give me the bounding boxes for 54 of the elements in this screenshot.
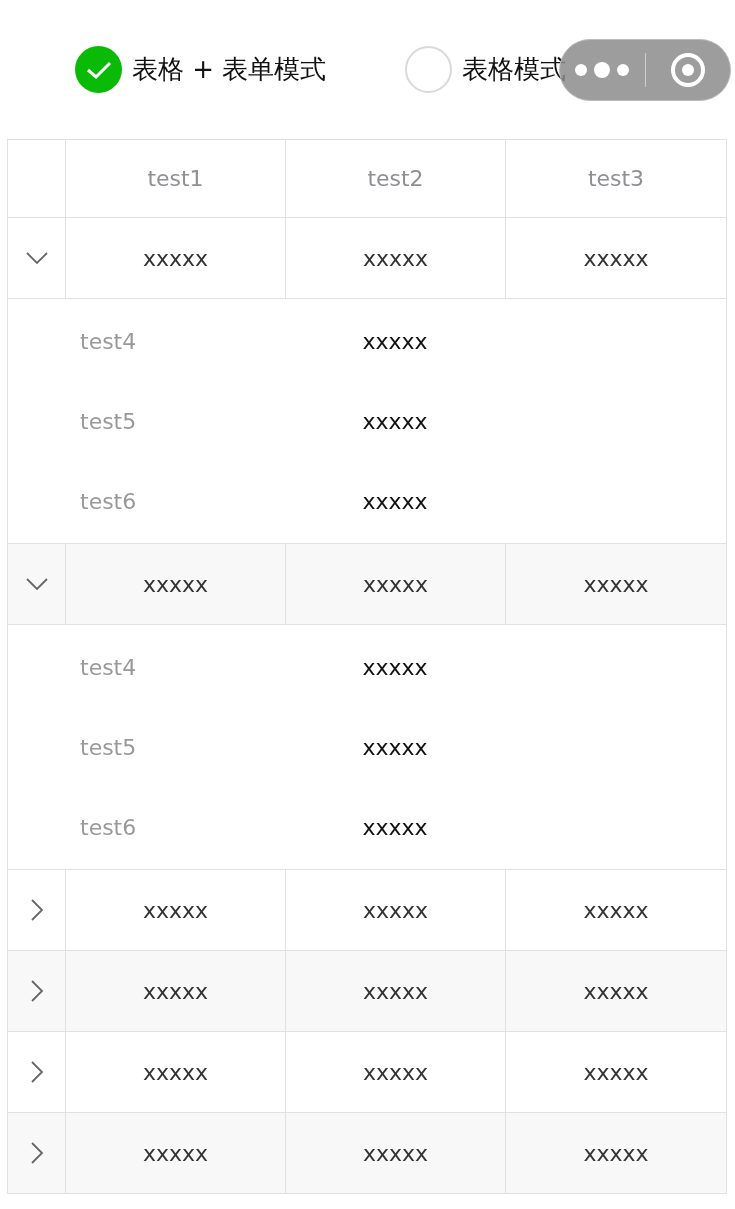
table-cell: xxxxx (583, 1140, 649, 1166)
detail-label: test5 (79, 408, 138, 434)
table-row[interactable]: xxxxx xxxxx xxxxx (8, 544, 726, 625)
detail-value: xxxxx (361, 814, 429, 840)
radio-button[interactable] (405, 46, 452, 93)
option-label: 表格 + 表单模式 (132, 53, 327, 86)
column-header: test1 (147, 166, 204, 191)
column-header: test2 (367, 166, 424, 191)
detail-value: xxxxx (361, 654, 429, 680)
table-cell: xxxxx (362, 571, 429, 597)
table-cell: xxxxx (362, 245, 429, 271)
table-row[interactable]: xxxxx xxxxx xxxxx (8, 218, 726, 299)
chevron-right-icon (29, 899, 44, 921)
detail-value: xxxxx (361, 734, 429, 760)
table-cell: xxxxx (583, 978, 649, 1004)
table-cell: xxxxx (362, 1140, 429, 1166)
table-row[interactable]: xxxxx xxxxx xxxxx (8, 1032, 726, 1113)
check-icon (85, 59, 112, 80)
table-cell: xxxxx (583, 1059, 649, 1085)
chevron-down-icon (25, 251, 48, 265)
target-icon (669, 52, 706, 88)
mode-radio-option[interactable]: 表格 + 表单模式 (75, 29, 405, 110)
detail-label: test6 (79, 814, 138, 840)
table-cell: xxxxx (142, 571, 209, 597)
table-cell: xxxxx (583, 571, 649, 597)
table-cell: xxxxx (142, 978, 209, 1004)
detail-value: xxxxx (361, 488, 429, 514)
table-cell: xxxxx (362, 897, 429, 923)
radio-button[interactable] (75, 46, 122, 93)
table-cell: xxxxx (142, 1140, 209, 1166)
table-cell: xxxxx (583, 245, 649, 271)
column-header: test3 (587, 166, 645, 191)
chevron-down-icon (25, 577, 48, 591)
mode-radio-option[interactable]: 表格模式 (405, 29, 735, 110)
table-cell: xxxxx (142, 1059, 209, 1085)
table-cell: xxxxx (362, 978, 429, 1004)
detail-label: test4 (79, 654, 138, 680)
detail-label: test5 (79, 734, 138, 760)
table-cell: xxxxx (142, 245, 209, 271)
chevron-right-icon (29, 1142, 44, 1164)
chevron-right-icon (29, 1061, 44, 1083)
chevron-right-icon (29, 980, 44, 1002)
table-cell: xxxxx (142, 897, 209, 923)
detail-label: test6 (79, 488, 138, 514)
detail-value: xxxxx (361, 328, 429, 354)
more-dots-icon (573, 62, 632, 78)
option-label: 表格模式 (462, 53, 566, 86)
table-row[interactable]: xxxxx xxxxx xxxxx (8, 951, 726, 1032)
table-cell: xxxxx (583, 897, 649, 923)
detail-label: test4 (79, 328, 138, 354)
detail-value: xxxxx (361, 408, 429, 434)
table-row[interactable]: xxxxx xxxxx xxxxx (8, 870, 726, 951)
table-cell: xxxxx (362, 1059, 429, 1085)
table-row[interactable]: xxxxx xxxxx xxxxx (8, 1113, 726, 1194)
